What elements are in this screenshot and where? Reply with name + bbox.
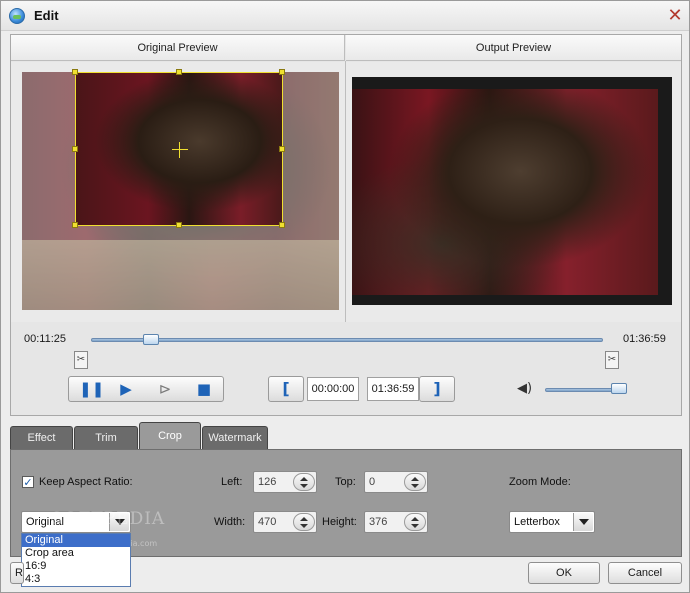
keep-aspect-checkbox[interactable]: ✓ [22,476,34,488]
mark-out-time: 01:36:59 [367,377,419,401]
scissors-icon: ✂ [76,354,86,365]
tab-trim[interactable]: Trim [74,426,138,449]
pause-button[interactable]: ❚❚ [79,380,104,398]
next-frame-icon: ⊳ [158,380,172,398]
height-spin-buttons[interactable] [404,513,426,531]
tab-watermark[interactable]: Watermark [202,426,268,449]
next-frame-button[interactable]: ⊳ [155,380,175,398]
set-end-button[interactable]: ] [419,376,455,402]
height-spinner[interactable]: 376 [364,511,428,533]
crop-handle-nw[interactable] [72,69,78,75]
crop-rectangle[interactable] [72,69,285,228]
chevron-down-icon[interactable] [573,513,593,531]
height-value: 376 [369,516,388,528]
ok-button[interactable]: OK [528,562,600,584]
title-bar: Edit ✕ [1,1,689,31]
tab-effect[interactable]: Effect [10,426,73,449]
trim-start-marker[interactable]: ✂ [74,351,88,369]
left-label: Left: [221,476,243,488]
top-spin-buttons[interactable] [404,473,426,491]
crop-handle-s[interactable] [176,222,182,228]
trim-end-marker[interactable]: ✂ [605,351,619,369]
pause-icon: ❚❚ [79,380,105,398]
height-label: Height: [322,516,357,528]
play-button[interactable]: ▶ [116,380,136,398]
aspect-ratio-dropdown: Original Crop area 16:9 4:3 [21,533,131,587]
width-spin-buttons[interactable] [293,513,315,531]
edit-dialog: Edit ✕ Original Preview Output Preview 0… [0,0,690,593]
close-button[interactable]: ✕ [665,6,685,26]
tab-crop[interactable]: Crop [139,422,201,449]
dropdown-option-original[interactable]: Original [22,534,130,547]
crop-center-crosshair [172,149,188,150]
top-spinner[interactable]: 0 [364,471,428,493]
scissors-icon: ✂ [607,354,617,365]
crop-handle-ne[interactable] [279,69,285,75]
output-preview-area [346,62,681,322]
mark-in-time: 00:00:00 [307,377,359,401]
left-spin-buttons[interactable] [293,473,315,491]
set-start-button[interactable]: [ [268,376,304,402]
timeline-slider[interactable] [91,338,603,342]
zoom-mode-value: Letterbox [514,516,560,528]
preview-panel: Original Preview Output Preview 00:11:25… [10,34,682,416]
original-preview-header: Original Preview [11,35,345,61]
crop-handle-n[interactable] [176,69,182,75]
left-spinner[interactable]: 126 [253,471,317,493]
original-video-frame [22,69,339,310]
keep-aspect-label: Keep Aspect Ratio: [39,476,133,488]
output-preview-header: Output Preview [346,35,681,61]
zoom-mode-label: Zoom Mode: [509,476,571,488]
crop-handle-se[interactable] [279,222,285,228]
app-globe-icon [9,8,25,24]
play-icon: ▶ [120,380,132,398]
dropdown-option-16-9[interactable]: 16:9 [22,560,130,573]
top-label: Top: [335,476,356,488]
stop-button[interactable]: ■ [194,380,214,398]
dropdown-option-crop-area[interactable]: Crop area [22,547,130,560]
window-title: Edit [34,8,59,23]
watermark-logo: SOFTPEDIA [51,509,166,529]
original-preview-area [11,62,345,322]
crop-handle-w[interactable] [72,146,78,152]
crop-handle-e[interactable] [279,146,285,152]
width-value: 470 [258,516,277,528]
output-video-frame [352,77,672,305]
cancel-button[interactable]: Cancel [608,562,682,584]
crop-handle-sw[interactable] [72,222,78,228]
volume-thumb[interactable] [610,383,627,394]
left-value: 126 [258,476,277,488]
width-label: Width: [214,516,246,528]
playback-controls: ❚❚ ▶ ⊳ ■ [68,376,224,402]
zoom-mode-select[interactable]: Letterbox [509,511,595,533]
top-value: 0 [369,476,376,488]
speaker-icon[interactable]: ◀) [517,382,533,396]
reset-button[interactable]: R [10,562,24,584]
width-spinner[interactable]: 470 [253,511,317,533]
current-time-label: 00:11:25 [24,333,67,345]
total-time-label: 01:36:59 [623,333,666,345]
dropdown-option-4-3[interactable]: 4:3 [22,573,130,586]
close-icon: ✕ [667,5,683,26]
stop-icon: ■ [196,380,212,398]
timeline-thumb[interactable] [143,334,160,345]
